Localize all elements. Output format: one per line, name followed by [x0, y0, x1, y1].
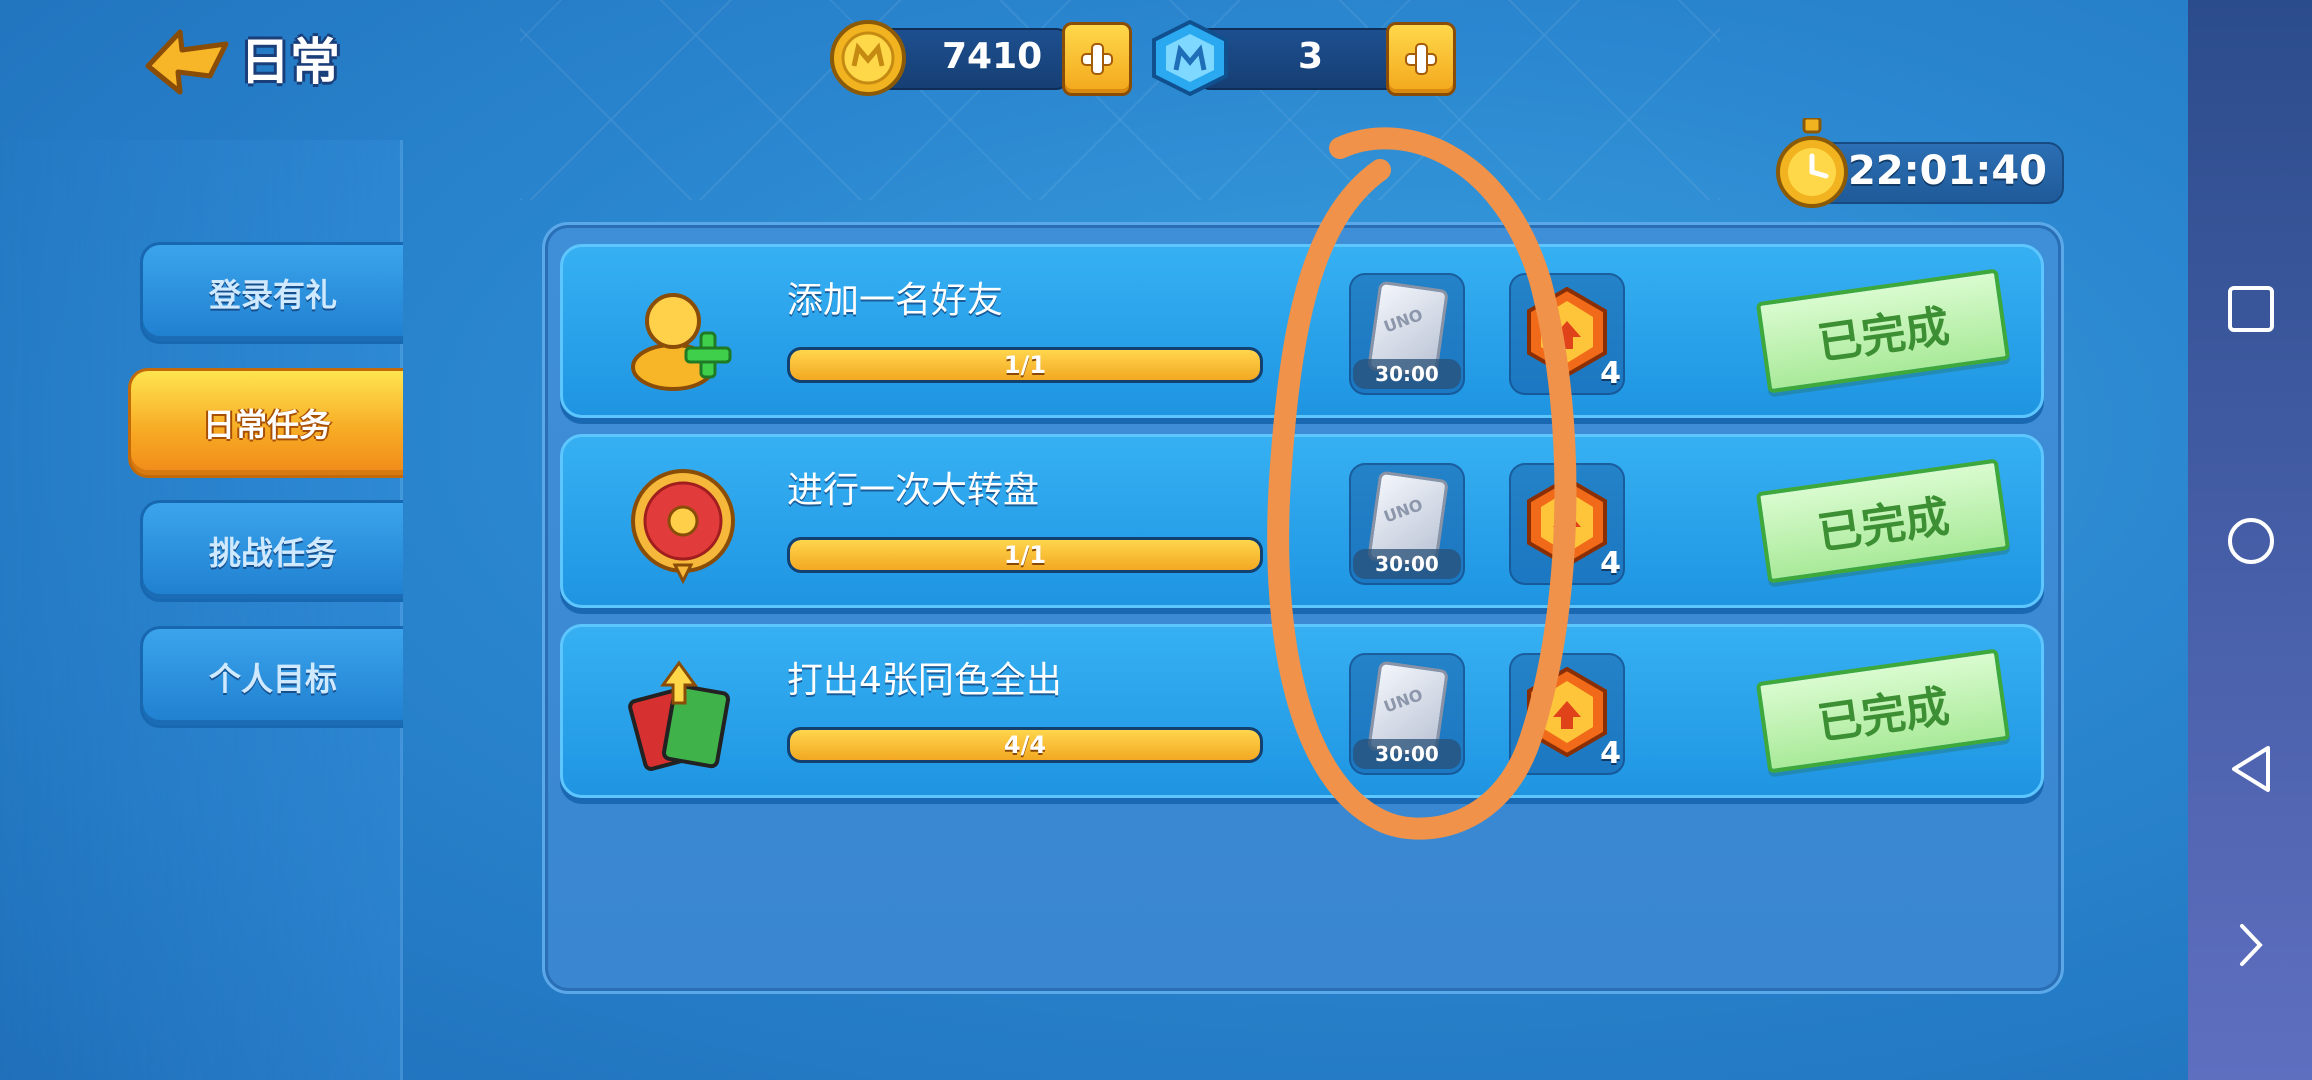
- card-timer: 30:00: [1353, 739, 1461, 769]
- cards-icon: [628, 660, 731, 771]
- system-nav-bar: [2188, 0, 2312, 1080]
- task-row: 打出4张同色全出 4/4 UNO 30:00 4 已完成: [560, 624, 2044, 798]
- task-row: 进行一次大转盘 1/1 UNO 30:00 4 已完成: [560, 434, 2044, 608]
- hex-reward: 4: [1509, 653, 1625, 775]
- progress-text: 1/1: [1003, 541, 1047, 569]
- task-title: 添加一名好友: [787, 280, 1004, 321]
- task-progress-bar: 1/1: [787, 537, 1263, 573]
- hex-reward: 4: [1509, 273, 1625, 395]
- completed-stamp[interactable]: 已完成: [1755, 648, 2011, 774]
- completed-stamp[interactable]: 已完成: [1755, 458, 2011, 584]
- progress-text: 4/4: [1003, 731, 1047, 759]
- back-icon[interactable]: [2226, 744, 2276, 794]
- coin-value: 7410: [942, 36, 1043, 77]
- hex-count: 4: [1600, 356, 1621, 391]
- hexagon-upgrade-icon: [1527, 287, 1607, 377]
- chevron-right-icon[interactable]: [2226, 920, 2276, 970]
- tab-daily-tasks[interactable]: 日常任务: [128, 368, 403, 478]
- blue-gem-icon: [1152, 20, 1228, 96]
- back-arrow-icon[interactable]: [140, 22, 230, 102]
- uno-card-reward: UNO 30:00: [1349, 653, 1465, 775]
- coin-counter: 7410: [826, 20, 1132, 96]
- home-icon[interactable]: [2226, 516, 2276, 566]
- task-row: 添加一名好友 1/1 UNO 30:00 4 已完成: [560, 244, 2044, 418]
- add-friend-icon: [631, 293, 732, 391]
- gem-value: 3: [1298, 36, 1324, 77]
- task-progress-bar: 1/1: [787, 347, 1263, 383]
- task-progress-bar: 4/4: [787, 727, 1263, 763]
- progress-text: 1/1: [1003, 351, 1047, 379]
- tab-personal-goals[interactable]: 个人目标: [140, 626, 403, 728]
- hex-count: 4: [1600, 736, 1621, 771]
- card-timer: 30:00: [1353, 549, 1461, 579]
- add-coins-button[interactable]: [1062, 22, 1132, 96]
- timer-value: 22:01:40: [1848, 148, 2047, 194]
- gold-coin-icon: [830, 20, 906, 96]
- stopwatch-icon: [1776, 118, 1848, 208]
- add-gems-button[interactable]: [1386, 22, 1456, 96]
- hex-reward: 4: [1509, 463, 1625, 585]
- task-title: 打出4张同色全出: [787, 660, 1062, 701]
- tab-challenge-tasks[interactable]: 挑战任务: [140, 500, 403, 602]
- hex-count: 4: [1600, 546, 1621, 581]
- hexagon-upgrade-icon: [1527, 477, 1607, 567]
- task-title: 进行一次大转盘: [787, 470, 1040, 511]
- page-title: 日常: [240, 33, 340, 91]
- card-timer: 30:00: [1353, 359, 1461, 389]
- tab-login-reward[interactable]: 登录有礼: [140, 242, 403, 344]
- hexagon-upgrade-icon: [1527, 667, 1607, 757]
- wheel-icon: [631, 469, 735, 585]
- uno-card-reward: UNO 30:00: [1349, 463, 1465, 585]
- gem-counter: 3: [1146, 20, 1456, 96]
- uno-card-reward: UNO 30:00: [1349, 273, 1465, 395]
- completed-stamp[interactable]: 已完成: [1755, 268, 2011, 394]
- recent-apps-icon[interactable]: [2226, 284, 2276, 334]
